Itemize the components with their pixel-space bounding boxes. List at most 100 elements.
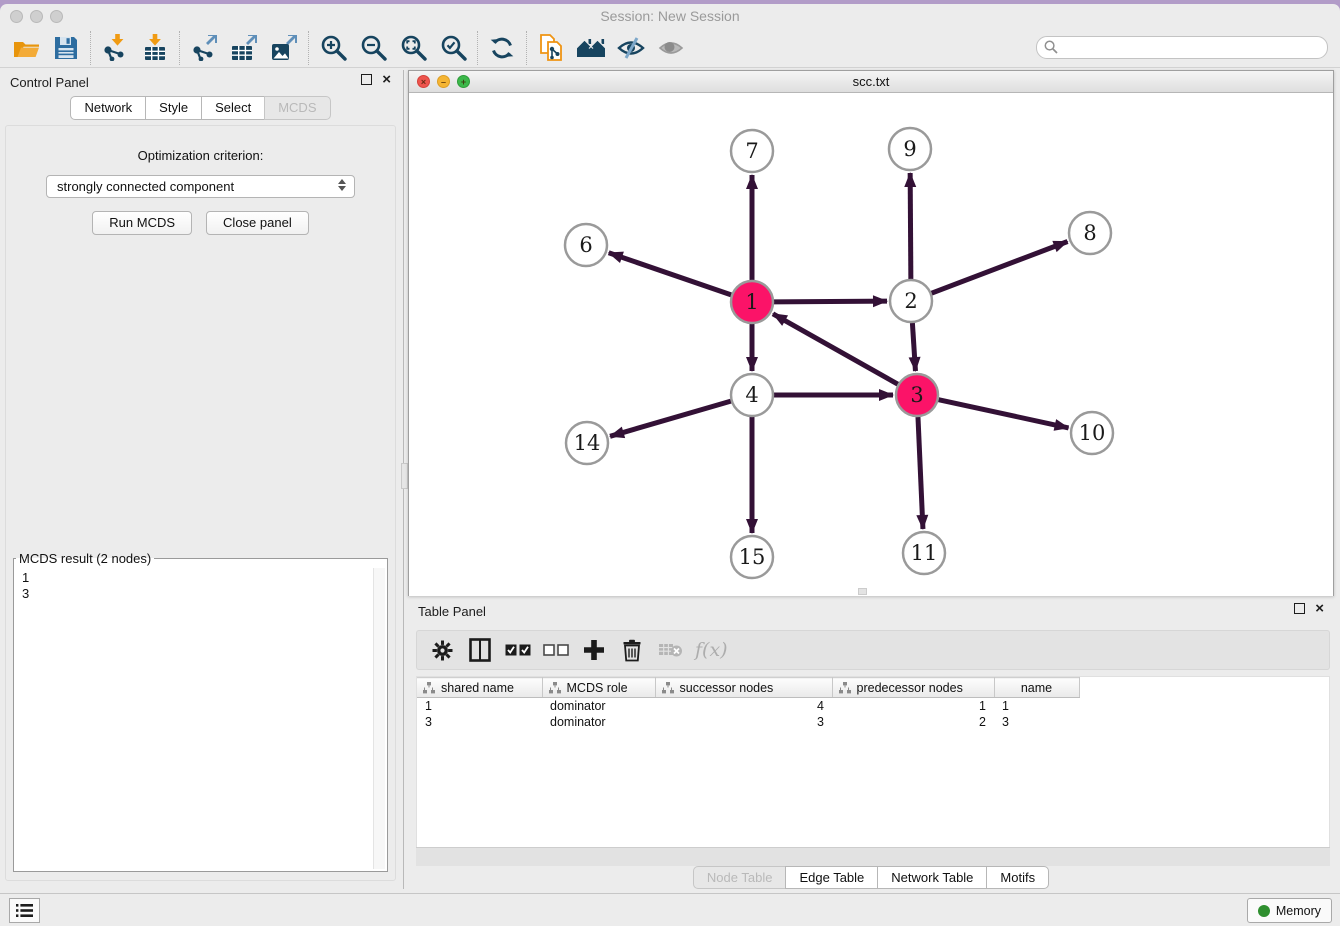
splitter-handle[interactable] [401,463,408,489]
close-panel-button[interactable]: Close panel [206,211,309,235]
memory-button[interactable]: Memory [1247,898,1332,923]
tab-style[interactable]: Style [145,96,202,120]
graph-edge[interactable] [932,242,1068,294]
optimization-criterion-select[interactable]: strongly connected component [46,175,355,198]
task-history-button[interactable] [9,898,40,923]
graph-edge[interactable] [609,253,731,295]
table-panel-close-icon[interactable]: × [1315,603,1324,614]
tab-select[interactable]: Select [201,96,265,120]
zoom-in-button[interactable] [313,31,353,65]
tab-network[interactable]: Network [70,96,146,120]
graph-node-label: 9 [903,137,916,161]
table-cell: dominator [542,714,655,730]
apply-function-button[interactable]: f(x) [691,639,728,661]
hierarchy-icon [839,682,851,694]
delete-row-button[interactable] [615,634,649,666]
graph-node-label: 14 [574,431,601,455]
column-name[interactable]: name [994,678,1079,698]
select-all-columns-button[interactable] [501,634,535,666]
graph-edge[interactable] [610,401,731,436]
graph-edge[interactable] [912,323,915,371]
table-horizontal-scrollbar[interactable] [416,847,1330,866]
delete-column-button[interactable] [653,634,687,666]
control-panel-float-icon[interactable] [361,74,372,85]
application-window: Session: New Session [0,4,1340,926]
show-graphics-details-button[interactable] [651,31,691,65]
graph-edge[interactable] [773,314,898,384]
table-options-button[interactable] [425,634,459,666]
column-successor-nodes[interactable]: successor nodes [655,678,832,698]
zoom-fit-icon [400,34,427,61]
graph-edge[interactable] [910,173,911,279]
column-filler [1079,678,1329,698]
hierarchy-icon [549,682,561,694]
hide-graphics-details-button[interactable] [611,31,651,65]
network-window-titlebar[interactable]: × – + scc.txt [409,71,1333,93]
network-view-window: × – + scc.txt 7968124314101511 [408,70,1334,596]
list-icon [16,903,33,918]
panel-splitter[interactable] [401,70,408,889]
toolbar-separator [526,31,527,65]
tab-node-table[interactable]: Node Table [693,866,787,889]
table-cell: 4 [655,698,832,714]
table-row[interactable]: 1dominator411 [417,698,1329,714]
graph-node-label: 8 [1083,221,1096,245]
save-icon [54,36,78,60]
eye-icon [657,36,685,60]
graph-node-label: 11 [911,541,938,565]
export-network-button[interactable] [184,31,224,65]
network-canvas[interactable]: 7968124314101511 [409,93,1333,596]
graph-edge[interactable] [774,301,887,302]
result-scrollbar[interactable] [373,568,385,869]
search-icon [1044,40,1058,59]
mcds-result-text[interactable]: 1 3 [16,568,373,869]
zoom-fit-button[interactable] [393,31,433,65]
table-panel-float-icon[interactable] [1294,603,1305,614]
graph-node-label: 6 [579,233,592,257]
import-network-button[interactable] [95,31,135,65]
export-image-button[interactable] [264,31,304,65]
unselect-all-columns-button[interactable] [539,634,573,666]
table-cell: 3 [994,714,1079,730]
tab-edge-table[interactable]: Edge Table [785,866,878,889]
tab-mcds[interactable]: MCDS [264,96,330,120]
graph-edge[interactable] [938,400,1068,428]
zoom-selected-button[interactable] [433,31,473,65]
canvas-splitter-handle[interactable] [858,588,867,595]
open-session-button[interactable] [6,31,46,65]
zoom-out-button[interactable] [353,31,393,65]
graph-node-label: 10 [1079,421,1106,445]
show-columns-button[interactable] [463,634,497,666]
graph-node-label: 7 [745,139,758,163]
table-header-row: shared name MCDS role successor nodes pr… [417,678,1329,698]
table-row[interactable]: 3dominator323 [417,714,1329,730]
refresh-icon [489,35,515,61]
add-row-button[interactable] [577,634,611,666]
session-title: Session: New Session [0,8,1340,24]
home-pages-button[interactable] [571,31,611,65]
control-panel-close-icon[interactable]: × [382,74,391,85]
tab-network-table[interactable]: Network Table [877,866,987,889]
tab-motifs[interactable]: Motifs [986,866,1049,889]
run-mcds-button[interactable]: Run MCDS [92,211,192,235]
search-input[interactable] [1036,36,1328,59]
import-table-button[interactable] [135,31,175,65]
control-panel-tabs: Network Style Select MCDS [0,96,401,120]
graph-node-label: 2 [904,289,917,313]
status-bar: Memory [0,893,1340,926]
graph-edge[interactable] [918,417,923,529]
plus-icon [583,639,605,661]
export-table-button[interactable] [224,31,264,65]
column-predecessor-nodes[interactable]: predecessor nodes [832,678,994,698]
import-network-icon [102,34,128,61]
column-shared-name[interactable]: shared name [417,678,542,698]
network-window-title: scc.txt [409,74,1333,89]
graph-node-label: 3 [910,383,923,407]
table-cell: 3 [655,714,832,730]
apply-layout-button[interactable] [482,31,522,65]
column-mcds-role[interactable]: MCDS role [542,678,655,698]
save-session-button[interactable] [46,31,86,65]
optimization-criterion-label: Optimization criterion: [6,148,395,163]
clone-network-button[interactable] [531,31,571,65]
export-network-icon [191,35,217,61]
